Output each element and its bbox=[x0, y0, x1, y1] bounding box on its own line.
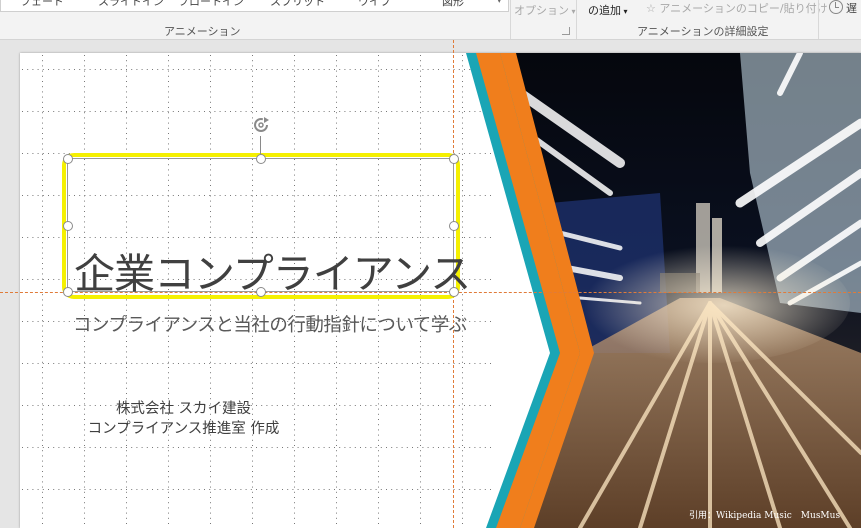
gallery-item-wipe[interactable]: ワイプ bbox=[358, 0, 391, 9]
separator bbox=[576, 0, 577, 39]
animation-gallery[interactable] bbox=[0, 0, 509, 12]
clock-icon[interactable] bbox=[829, 0, 843, 14]
gallery-item-fade[interactable]: フェード bbox=[20, 0, 64, 9]
department-name: コンプライアンス推進室 作成 bbox=[87, 421, 280, 437]
resize-handle-right[interactable] bbox=[449, 221, 459, 231]
resize-handle-bottom-left[interactable] bbox=[63, 287, 73, 297]
company-name: 株式会社 スカイ建設 bbox=[115, 401, 252, 417]
gallery-item-slidein[interactable]: スライドイン bbox=[98, 0, 164, 9]
star-brush-icon: ☆ bbox=[646, 2, 656, 15]
company-textbox[interactable]: 株式会社 スカイ建設 コンプライアンス推進室 作成 bbox=[0, 399, 367, 439]
animation-painter-label: アニメーションのコピー/貼り付け bbox=[659, 2, 828, 15]
effect-options-button[interactable]: オプション ▾ bbox=[514, 2, 576, 18]
resize-handle-top[interactable] bbox=[256, 154, 266, 164]
resize-handle-left[interactable] bbox=[63, 221, 73, 231]
separator bbox=[818, 0, 819, 39]
separator bbox=[510, 0, 511, 39]
chevron-down-icon: ▾ bbox=[621, 7, 628, 16]
add-animation-label: の追加 bbox=[588, 4, 621, 17]
group-label-animation: アニメーション bbox=[164, 25, 241, 38]
ribbon: フェード スライドイン フロートイン スプリット ワイプ 図形 ▾ オプション … bbox=[0, 0, 861, 40]
slide-title[interactable]: 企業コンプライアンス bbox=[74, 240, 471, 300]
resize-handle-top-right[interactable] bbox=[449, 154, 459, 164]
gallery-item-split[interactable]: スプリット bbox=[270, 0, 325, 9]
chevron-down-icon: ▾ bbox=[569, 7, 576, 16]
gallery-item-shape[interactable]: 図形 bbox=[442, 0, 464, 9]
gallery-scroll-down-icon[interactable]: ▾ bbox=[497, 0, 502, 6]
image-credit: 引用：Wikipedia Music MusMus bbox=[689, 511, 841, 521]
group-label-advanced-animation: アニメーションの詳細設定 bbox=[637, 25, 769, 38]
dialog-launcher-icon[interactable] bbox=[562, 27, 570, 35]
effect-options-label: オプション bbox=[514, 4, 569, 17]
resize-handle-top-left[interactable] bbox=[63, 154, 73, 164]
animation-painter-button[interactable]: ☆ アニメーションのコピー/貼り付け bbox=[646, 0, 828, 16]
rotate-connector bbox=[260, 136, 261, 154]
timing-partial-label: 遅 bbox=[846, 2, 857, 15]
add-animation-button[interactable]: の追加 ▾ bbox=[588, 2, 628, 18]
gallery-item-floatin[interactable]: フロートイン bbox=[178, 0, 244, 9]
slide-subtitle[interactable]: コンプライアンスと当社の行動指針について学ぶ bbox=[73, 311, 467, 337]
rotate-icon[interactable] bbox=[252, 116, 270, 134]
